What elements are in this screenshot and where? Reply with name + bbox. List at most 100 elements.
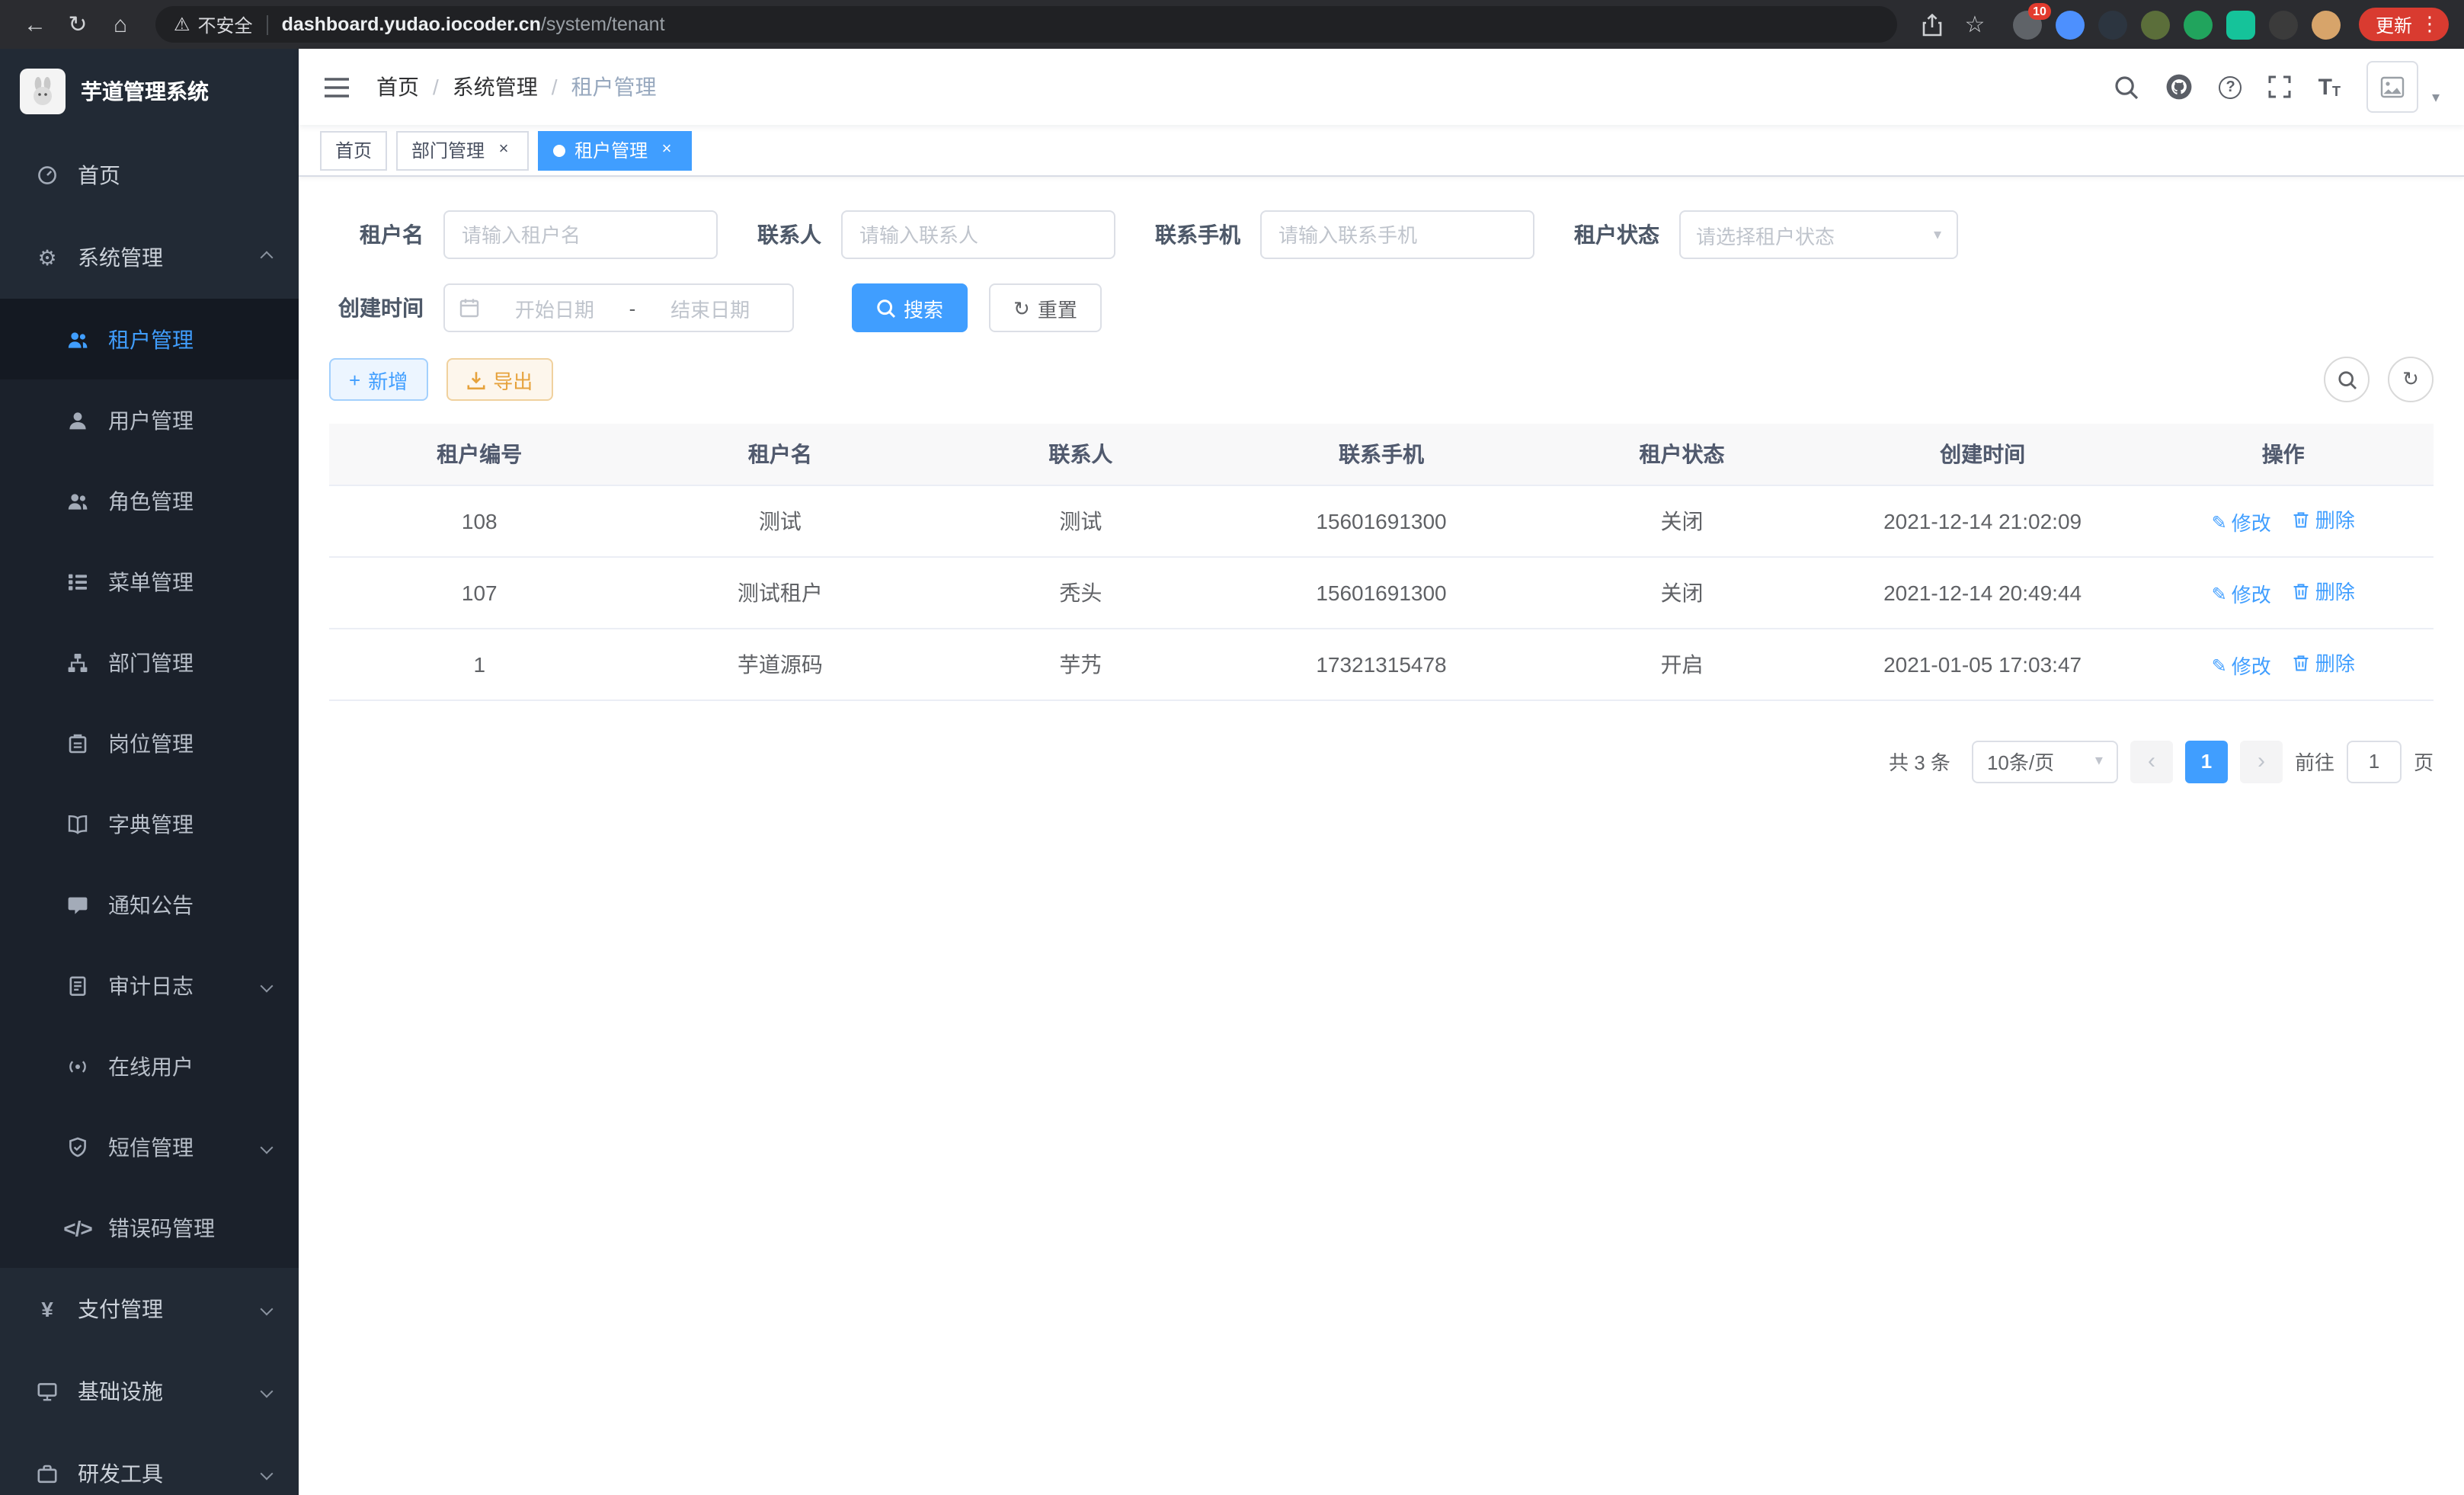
chevron-down-icon (261, 979, 274, 992)
chevron-down-icon (261, 1303, 274, 1316)
browser-menu-icon[interactable]: ⋮ (2420, 12, 2440, 37)
sidebar-item-devtools[interactable]: 研发工具 (0, 1433, 299, 1495)
tab-home[interactable]: 首页 (320, 130, 387, 170)
extension-icon[interactable] (2141, 10, 2170, 39)
edit-link[interactable]: ✎修改 (2212, 651, 2271, 680)
phone-input[interactable] (1260, 210, 1534, 259)
breadcrumb-home[interactable]: 首页 (376, 72, 419, 102)
fullscreen-icon[interactable] (2268, 75, 2293, 99)
trash-icon (2293, 653, 2311, 671)
collapse-sidebar-icon[interactable] (323, 75, 350, 98)
total-count: 共 3 条 (1889, 747, 1950, 776)
edit-icon: ✎ (2212, 513, 2227, 531)
status-cell: 开启 (1531, 628, 1832, 699)
payment-yen-icon: ¥ (34, 1297, 61, 1321)
home-icon[interactable]: ⌂ (101, 5, 140, 44)
delete-link[interactable]: 删除 (2293, 504, 2355, 533)
extension-icon[interactable] (2269, 10, 2298, 39)
add-button[interactable]: + 新增 (329, 358, 427, 401)
plus-icon: + (349, 368, 360, 391)
avatar-dropdown-caret-icon[interactable]: ▾ (2432, 90, 2440, 113)
error-code-icon: </> (64, 1215, 91, 1240)
sidebar-item-audit-log[interactable]: 审计日志 (0, 945, 299, 1026)
close-icon[interactable]: × (494, 140, 514, 160)
date-start-placeholder: 开始日期 (486, 293, 623, 322)
font-size-icon[interactable]: TT (2318, 75, 2341, 98)
tenant-status-select[interactable]: 请选择租户状态 ▾ (1679, 210, 1958, 259)
tab-dept[interactable]: 部门管理 × (396, 130, 529, 170)
sidebar-item-user[interactable]: 用户管理 (0, 379, 299, 460)
contact-input[interactable] (841, 210, 1115, 259)
delete-link[interactable]: 删除 (2293, 576, 2355, 605)
goto-page-input[interactable] (2347, 740, 2402, 783)
avatar[interactable] (2366, 61, 2418, 113)
reload-icon[interactable]: ↻ (58, 5, 98, 44)
help-icon[interactable]: ? (2219, 75, 2242, 98)
status-label: 租户状态 (1574, 219, 1659, 250)
date-end-placeholder: 结束日期 (642, 293, 779, 322)
refresh-table-button[interactable]: ↻ (2388, 357, 2434, 402)
chevron-down-icon (261, 1141, 274, 1154)
sidebar-item-tenant[interactable]: 租户管理 (0, 299, 299, 379)
tab-tenant[interactable]: 租户管理 × (538, 130, 692, 170)
sidebar-item-error-code[interactable]: </> 错误码管理 (0, 1187, 299, 1268)
sidebar-item-sms[interactable]: 短信管理 (0, 1106, 299, 1187)
tenant-name-input[interactable] (443, 210, 718, 259)
bookmark-star-icon[interactable]: ☆ (1955, 5, 1995, 44)
sidebar-item-dict[interactable]: 字典管理 (0, 783, 299, 864)
extension-icon[interactable] (2312, 10, 2341, 39)
sidebar-item-system[interactable]: ⚙ 系统管理 (0, 216, 299, 299)
extension-badge: 10 (2028, 2, 2051, 19)
sidebar-item-menu[interactable]: 菜单管理 (0, 541, 299, 622)
extension-icon[interactable] (2226, 10, 2255, 39)
navbar: 首页 / 系统管理 / 租户管理 ? (299, 49, 2464, 125)
create-time-label: 创建时间 (329, 293, 424, 323)
search-button[interactable]: 搜索 (852, 283, 968, 332)
sidebar-item-notice[interactable]: 通知公告 (0, 864, 299, 945)
address-bar[interactable]: ⚠ 不安全 dashboard.yudao.iocoder.cn /system… (155, 6, 1897, 43)
sidebar-item-online-user[interactable]: 在线用户 (0, 1026, 299, 1106)
page-size-select[interactable]: 10条/页 ▾ (1972, 740, 2118, 783)
menu-list-icon (64, 571, 91, 592)
back-icon[interactable]: ← (15, 5, 55, 44)
next-page-button[interactable]: › (2240, 740, 2283, 783)
github-icon[interactable] (2166, 73, 2194, 101)
sidebar-item-infra[interactable]: 基础设施 (0, 1350, 299, 1433)
search-icon[interactable] (2114, 74, 2140, 100)
table-row: 108 测试 测试 15601691300 关闭 2021-12-14 21:0… (329, 485, 2434, 556)
extension-icon[interactable] (2184, 10, 2213, 39)
sidebar: 芋道管理系统 首页 ⚙ 系统管理 (0, 49, 299, 1495)
reset-button[interactable]: ↻ 重置 (989, 283, 1102, 332)
notice-message-icon (64, 894, 91, 915)
audit-doc-icon (64, 975, 91, 996)
export-button[interactable]: 导出 (446, 358, 552, 401)
page-1-button[interactable]: 1 (2185, 740, 2228, 783)
online-signal-icon (64, 1055, 91, 1077)
search-icon (2337, 370, 2357, 389)
sidebar-item-role[interactable]: 角色管理 (0, 460, 299, 541)
sidebar-item-home[interactable]: 首页 (0, 134, 299, 216)
infra-monitor-icon (34, 1381, 61, 1402)
dashboard-icon (34, 165, 61, 186)
chevron-down-icon (261, 1385, 274, 1398)
toggle-search-button[interactable] (2324, 357, 2370, 402)
close-icon[interactable]: × (657, 140, 677, 160)
active-indicator-dot (553, 144, 565, 156)
user-icon (64, 409, 91, 431)
prev-page-button[interactable]: ‹ (2130, 740, 2173, 783)
edit-link[interactable]: ✎修改 (2212, 507, 2271, 536)
url-path: /system/tenant (541, 14, 665, 35)
sidebar-item-dept[interactable]: 部门管理 (0, 622, 299, 703)
edit-link[interactable]: ✎修改 (2212, 579, 2271, 608)
delete-link[interactable]: 删除 (2293, 648, 2355, 677)
create-time-range-picker[interactable]: 开始日期 - 结束日期 (443, 283, 794, 332)
breadcrumb-current: 租户管理 (571, 72, 657, 102)
sidebar-item-post[interactable]: 岗位管理 (0, 703, 299, 783)
share-icon[interactable] (1912, 5, 1952, 44)
update-button[interactable]: 更新 ⋮ (2359, 8, 2449, 41)
sidebar-item-payment[interactable]: ¥ 支付管理 (0, 1268, 299, 1350)
breadcrumb-section[interactable]: 系统管理 (453, 72, 538, 102)
extension-icon[interactable] (2056, 10, 2085, 39)
extension-icon[interactable]: 10 (2013, 10, 2042, 39)
extension-icon[interactable] (2098, 10, 2127, 39)
